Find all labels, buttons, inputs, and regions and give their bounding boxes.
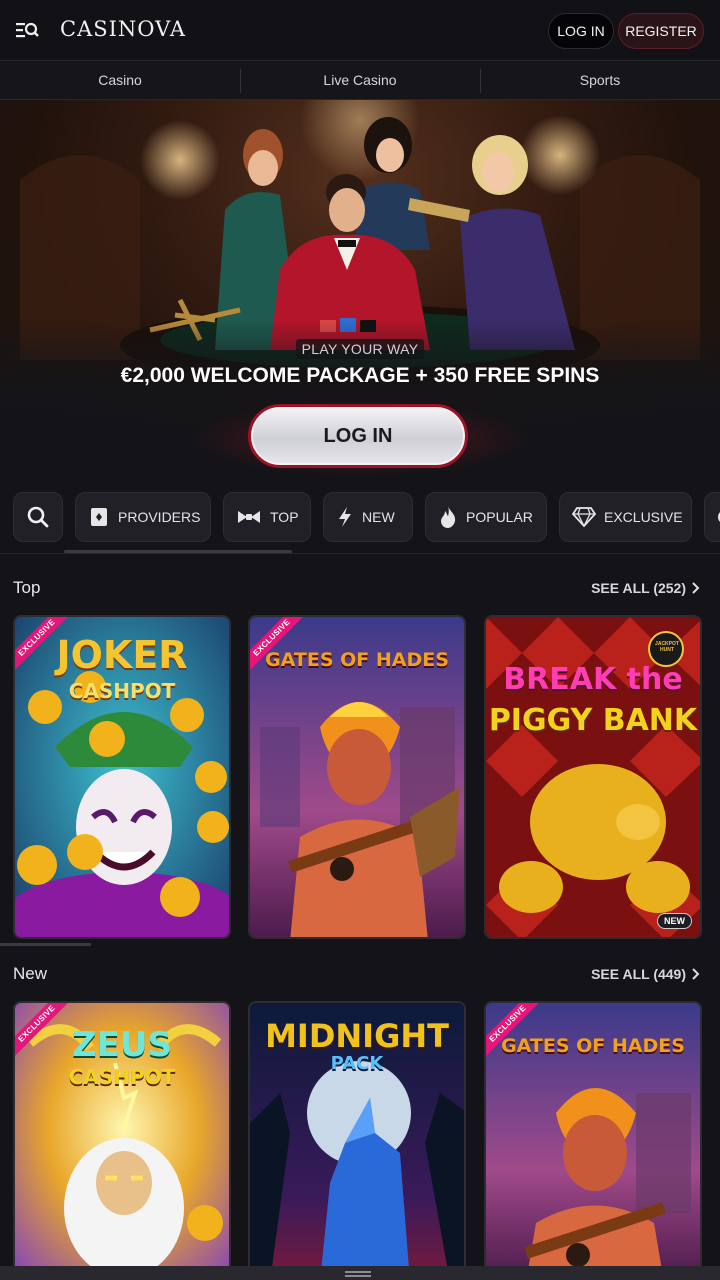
chip-label: EXCLUSIVE	[604, 509, 683, 525]
tab-live-casino[interactable]: Live Casino	[240, 61, 480, 99]
game-card-gates-of-hades[interactable]: GATES OF HADES EXCLUSIVE	[248, 615, 466, 939]
divider	[0, 553, 720, 554]
login-button[interactable]: LOG IN	[548, 13, 614, 49]
hero-kicker: PLAY YOUR WAY	[0, 339, 720, 359]
hero-login-button[interactable]: LOG IN	[248, 404, 468, 468]
chip-label: PROVIDERS	[118, 509, 201, 525]
hero-headline: €2,000 WELCOME PACKAGE + 350 FREE SPINS	[120, 364, 600, 387]
top-header: CASINOVA LOG IN REGISTER	[0, 0, 720, 61]
top-row-scrollbar[interactable]	[0, 943, 91, 946]
chevron-right-icon	[692, 582, 700, 594]
game-card-break-the-piggy-bank[interactable]: BREAK the PIGGY BANK JACKPOT HUNT NEW	[484, 615, 702, 939]
game-title-line2: CASHPOT	[68, 679, 176, 703]
bottom-drawer-bar[interactable]	[0, 1266, 720, 1280]
chip-popular[interactable]: POPULAR	[425, 492, 547, 542]
game-title-line1: BREAK the	[503, 662, 683, 697]
chip-label: TOP	[270, 509, 299, 525]
diamond-icon	[572, 507, 596, 527]
game-title-line2: PIGGY BANK	[488, 703, 698, 738]
chip-top[interactable]: TOP	[223, 492, 311, 542]
register-button[interactable]: REGISTER	[618, 13, 704, 49]
see-all-new-link[interactable]: SEE ALL (449)	[591, 966, 700, 982]
filter-chips: PROVIDERS TOP NEW POPULAR EXCLUSIVE	[0, 492, 720, 544]
see-all-label: SEE ALL (449)	[591, 966, 686, 982]
chevron-right-icon	[692, 968, 700, 980]
chip-exclusive[interactable]: EXCLUSIVE	[559, 492, 692, 542]
game-card-joker-cashpot[interactable]: JOKER CASHPOT EXCLUSIVE	[13, 615, 231, 939]
see-all-label: SEE ALL (252)	[591, 580, 686, 596]
flame-icon	[441, 506, 456, 528]
section-title-top: Top	[13, 578, 41, 597]
hero-kicker-text: PLAY YOUR WAY	[295, 339, 425, 359]
tab-casino[interactable]: Casino	[0, 61, 240, 99]
drawer-handle-icon	[345, 1271, 371, 1273]
section-title-new: New	[13, 964, 48, 983]
casinova-logo[interactable]: CASINOVA	[60, 17, 186, 41]
new-badge: NEW	[657, 913, 692, 929]
chip-new[interactable]: NEW	[323, 492, 413, 542]
search-icon	[27, 506, 49, 528]
product-nav: Casino Live Casino Sports	[0, 61, 720, 100]
chip-label: POPULAR	[466, 509, 533, 525]
game-card-gates-of-hades-2[interactable]: GATES OF HADES EXCLUSIVE	[484, 1001, 702, 1280]
game-title-line2: PACK	[330, 1053, 384, 1074]
chip-label: NEW	[362, 509, 395, 525]
game-title-line2: CASHPOT	[68, 1065, 176, 1089]
lightning-icon	[339, 507, 351, 527]
menu-search-icon[interactable]	[14, 18, 40, 44]
search-button[interactable]	[13, 492, 63, 542]
game-title: GATES OF HADES	[265, 649, 449, 671]
chip-more[interactable]	[704, 492, 720, 542]
game-title-line1: MIDNIGHT	[265, 1017, 449, 1055]
see-all-top-link[interactable]: SEE ALL (252)	[591, 580, 700, 596]
bowtie-icon	[238, 511, 260, 523]
jackpot-hunt-badge: JACKPOT HUNT	[655, 641, 679, 653]
game-title-line1: JOKER	[56, 633, 188, 677]
game-card-midnight-pack[interactable]: MIDNIGHT PACK	[248, 1001, 466, 1280]
game-title-line1: ZEUS	[72, 1025, 172, 1065]
game-title: GATES OF HADES	[501, 1035, 685, 1057]
game-card-zeus-cashpot[interactable]: ZEUS CASHPOT EXCLUSIVE	[13, 1001, 231, 1280]
tab-sports[interactable]: Sports	[480, 61, 720, 99]
providers-icon	[91, 508, 107, 526]
chip-providers[interactable]: PROVIDERS	[75, 492, 211, 542]
